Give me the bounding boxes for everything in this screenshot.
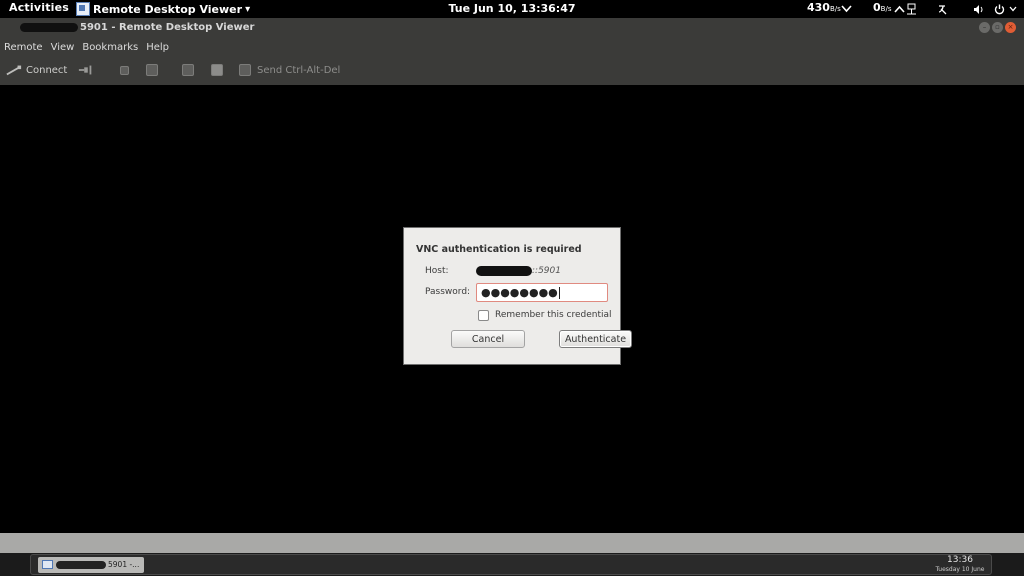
host-label: Host: xyxy=(425,266,449,276)
window-statusbar xyxy=(0,533,1024,553)
fullscreen-icon xyxy=(116,63,132,77)
chevron-down-icon[interactable] xyxy=(1008,0,1018,18)
app-menu[interactable]: Remote Desktop Viewer ▾ xyxy=(76,0,250,18)
view-only-icon xyxy=(180,63,196,77)
remember-credential-checkbox[interactable] xyxy=(478,310,489,321)
activities-button[interactable]: Activities xyxy=(9,1,69,14)
menu-help[interactable]: Help xyxy=(142,42,173,53)
taskbar-window-button[interactable]: 5901 -... xyxy=(38,557,144,573)
view-only-button[interactable] xyxy=(180,62,200,78)
network-icon[interactable] xyxy=(904,0,918,18)
screenshot-icon xyxy=(144,63,160,77)
volume-icon[interactable] xyxy=(972,0,986,18)
taskbar-clock-date: Tuesday 10 June xyxy=(935,566,985,573)
remember-credential-label[interactable]: Remember this credential xyxy=(495,310,612,320)
password-value: ●●●●●●●● xyxy=(481,286,558,299)
redacted-host xyxy=(56,561,106,569)
window-title: 5901 - Remote Desktop Viewer xyxy=(80,22,255,33)
close-button[interactable]: × xyxy=(1005,22,1016,33)
taskbar-window-label: 5901 -... xyxy=(108,560,140,569)
password-input[interactable]: ●●●●●●●● xyxy=(476,283,608,302)
power-icon[interactable] xyxy=(992,0,1006,18)
redacted-host xyxy=(476,266,532,276)
fullscreen-button[interactable] xyxy=(116,62,136,78)
window-titlebar[interactable]: 5901 - Remote Desktop Viewer – ▫ × xyxy=(0,18,1024,38)
text-caret xyxy=(558,286,560,299)
scaling-button[interactable] xyxy=(209,62,229,78)
screenshot-button[interactable] xyxy=(144,62,164,78)
menubar: Remote View Bookmarks Help xyxy=(0,38,1024,56)
disconnect-button[interactable] xyxy=(78,62,98,78)
network-download-speed: 430B/s xyxy=(807,1,841,14)
host-value: ::5901 xyxy=(532,266,561,276)
cancel-button[interactable]: Cancel xyxy=(451,330,525,348)
keyboard-icon xyxy=(237,63,253,77)
vnc-auth-dialog: VNC authentication is required Host: ::5… xyxy=(403,227,632,365)
app-menu-label: Remote Desktop Viewer xyxy=(93,2,243,16)
input-method-icon[interactable] xyxy=(935,0,949,18)
toolbar: Connect Send Ctrl-Alt-Del xyxy=(0,56,1024,85)
redacted-host xyxy=(20,23,78,32)
menu-remote[interactable]: Remote xyxy=(0,42,47,53)
network-upload-speed: 0B/s xyxy=(873,1,892,14)
send-ctrl-alt-del-label: Send Ctrl-Alt-Del xyxy=(257,64,341,76)
remote-desktop-app-icon xyxy=(76,2,90,16)
menu-view[interactable]: View xyxy=(47,42,79,53)
connect-label: Connect xyxy=(26,64,68,76)
password-label: Password: xyxy=(425,287,471,297)
top-panel: Activities Remote Desktop Viewer ▾ Tue J… xyxy=(0,0,1024,18)
scaling-icon xyxy=(209,63,225,77)
dialog-title: VNC authentication is required xyxy=(416,244,582,255)
authenticate-button[interactable]: Authenticate xyxy=(559,330,632,348)
window-list xyxy=(30,554,992,575)
send-ctrl-alt-del-button[interactable]: Send Ctrl-Alt-Del xyxy=(237,62,340,78)
menu-bookmarks[interactable]: Bookmarks xyxy=(78,42,142,53)
minimize-button[interactable]: – xyxy=(979,22,990,33)
connect-icon xyxy=(6,63,22,77)
maximize-button[interactable]: ▫ xyxy=(992,22,1003,33)
taskbar-clock-time[interactable]: 13:36 xyxy=(930,555,990,565)
disconnect-icon xyxy=(78,63,94,77)
chevron-down-icon: ▾ xyxy=(245,3,251,15)
connect-button[interactable]: Connect xyxy=(6,62,67,78)
remote-desktop-app-icon xyxy=(42,560,53,569)
chevron-down-icon[interactable] xyxy=(838,0,854,18)
